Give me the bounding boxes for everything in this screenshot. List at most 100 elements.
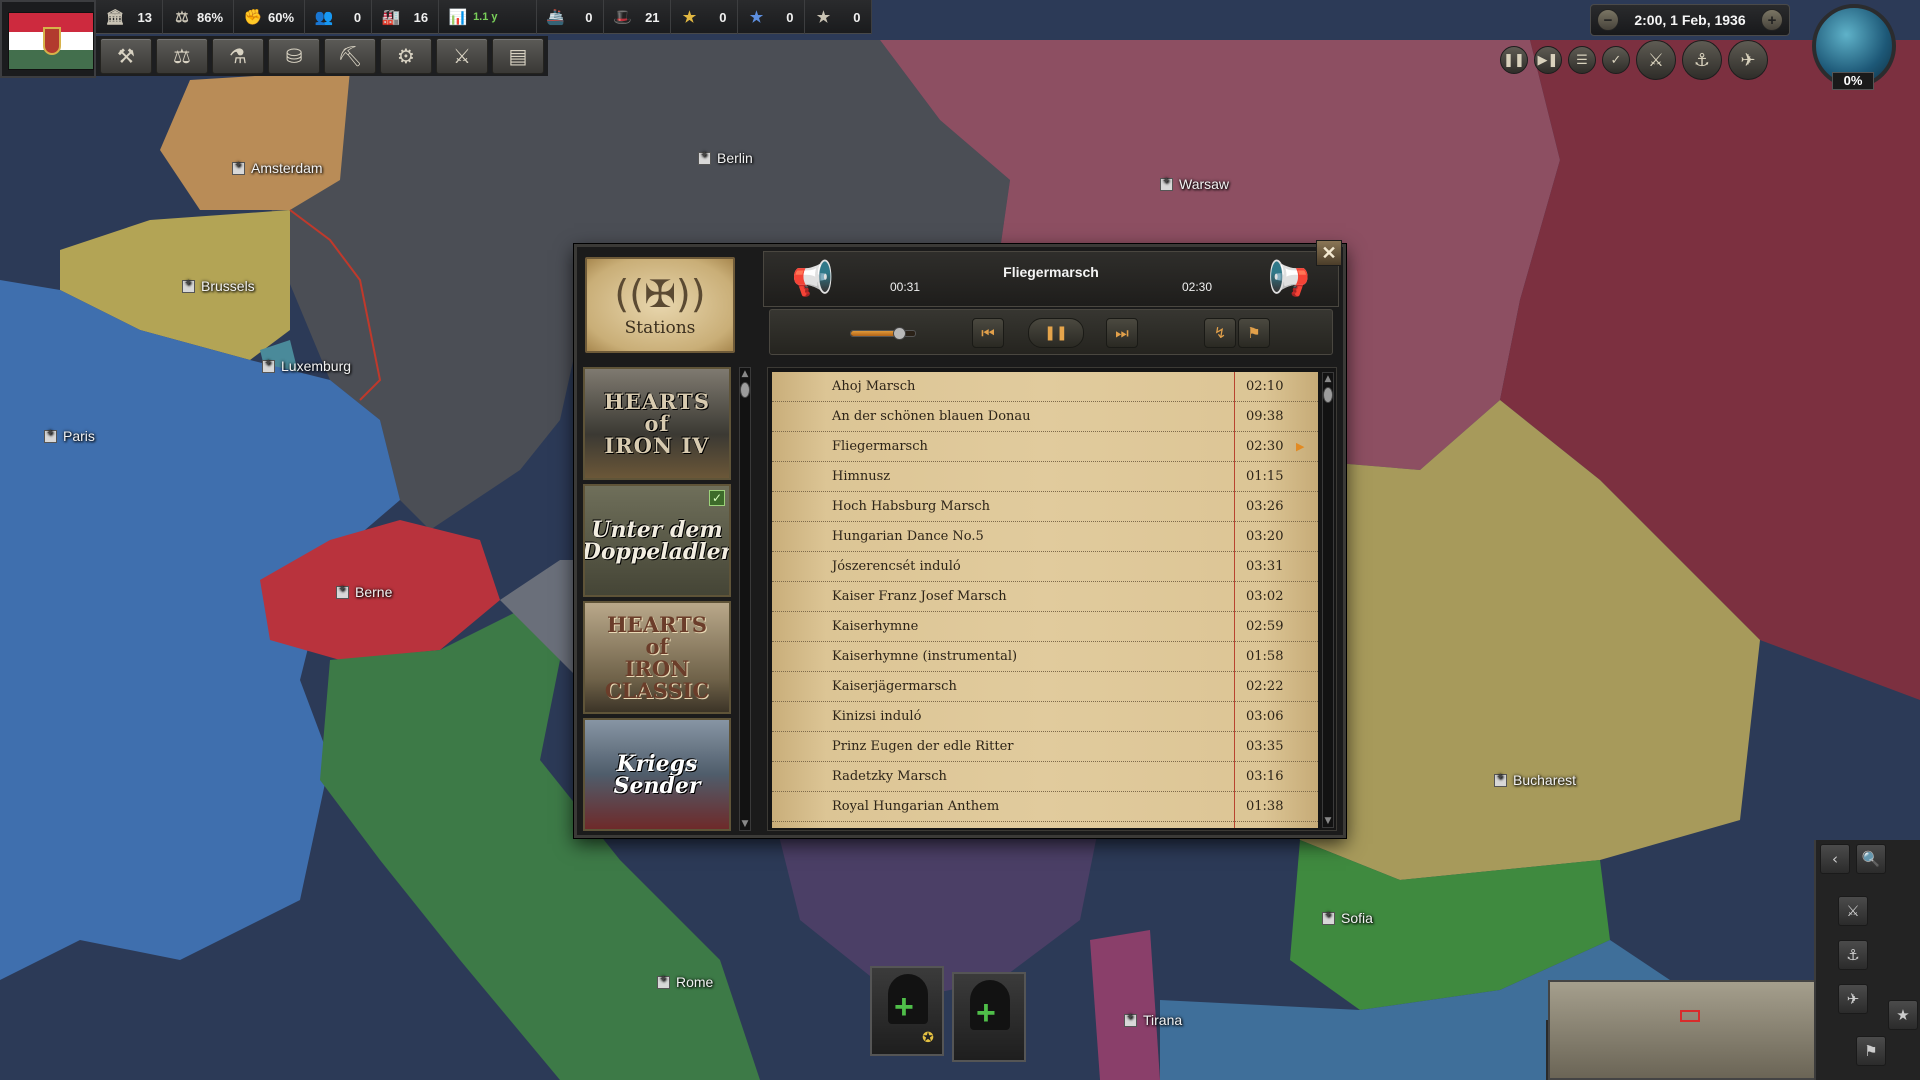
research-button[interactable]: ⚗ (212, 38, 264, 74)
station-item[interactable]: HEARTS of IRON CLASSIC (583, 601, 731, 714)
scroll-up-icon[interactable]: ▲ (740, 368, 750, 380)
track-row[interactable]: Kaiser Franz Josef Marsch 03:02 (772, 582, 1318, 612)
resource-manpower[interactable]: 👥 0 (305, 0, 373, 34)
city-label-berne[interactable]: Berne (336, 584, 392, 600)
resource-intelligence[interactable]: 🎩 21 (604, 0, 671, 34)
unit-recruit-slot[interactable]: + (952, 972, 1026, 1062)
track-row[interactable]: Prinz Eugen der edle Ritter 03:35 (772, 732, 1318, 762)
track-row[interactable]: Fliegermarsch 02:30 ▶ (772, 432, 1318, 462)
scroll-down-icon[interactable]: ▼ (1323, 815, 1333, 827)
city-label-sofia[interactable]: Sofia (1322, 910, 1373, 926)
flag-map-icon[interactable]: ⚑ (1856, 1036, 1886, 1066)
resource-white-star[interactable]: ★ 0 (805, 0, 872, 34)
date-display[interactable]: − 2:00, 1 Feb, 1936 + (1590, 4, 1790, 36)
close-button[interactable]: ✕ (1316, 240, 1342, 266)
track-row[interactable]: Kaiserhymne (instrumental) 01:58 (772, 642, 1318, 672)
city-label-brussels[interactable]: Brussels (182, 278, 255, 294)
air-map-icon[interactable]: ✈ (1838, 984, 1868, 1014)
scroll-down-icon[interactable]: ▼ (740, 818, 750, 830)
track-row[interactable]: Hungarian Dance No.5 03:20 (772, 522, 1318, 552)
resource-political-power[interactable]: 🏛 13 (96, 0, 163, 34)
track-row[interactable]: Hoch Habsburg Marsch 03:26 (772, 492, 1318, 522)
speed-down-button[interactable]: − (1597, 9, 1619, 31)
province-albania[interactable] (1090, 930, 1160, 1080)
tracklist-scrollbar[interactable]: ▲ ▼ (1322, 372, 1334, 828)
city-label-tirana[interactable]: Tirana (1124, 1012, 1182, 1028)
resource-factories[interactable]: 🏭 16 (372, 0, 440, 34)
army-map-icon[interactable]: ⚔ (1838, 896, 1868, 926)
star-map-icon[interactable]: ★ (1888, 1000, 1918, 1030)
search-icon[interactable]: 🔍 (1856, 844, 1886, 874)
shuffle-button[interactable]: ↯ (1204, 318, 1236, 348)
track-title: Kaiserhymne (832, 619, 919, 634)
track-row[interactable]: Jószerencsét induló 03:31 (772, 552, 1318, 582)
station-item[interactable]: Kriegs Sender (583, 718, 731, 831)
resource-value: 60% (268, 9, 295, 25)
pause-icon[interactable]: ❚❚ (1500, 46, 1528, 74)
repeat-flag-button[interactable]: ⚑ (1238, 318, 1270, 348)
resource-convoys[interactable]: 🚢 0 (537, 0, 604, 34)
hammer-button[interactable]: ⚒ (100, 38, 152, 74)
country-flag-button[interactable] (0, 0, 96, 78)
track-row[interactable]: Royal Hungarian Anthem 01:38 (772, 792, 1318, 822)
construction-button[interactable]: ⛏ (324, 38, 376, 74)
check-icon[interactable]: ✓ (1602, 46, 1630, 74)
step-icon[interactable]: ▶❚ (1534, 46, 1562, 74)
volume-slider[interactable] (850, 327, 916, 340)
army-button[interactable]: ⚔ (436, 38, 488, 74)
resource-war-support[interactable]: ✊ 60% (234, 0, 306, 34)
city-label-bucharest[interactable]: Bucharest (1494, 772, 1576, 788)
city-name: Luxemburg (281, 358, 352, 374)
track-title: Kaiser Franz Josef Marsch (832, 589, 1007, 604)
army-menu-icon[interactable]: ⚔ (1636, 40, 1676, 80)
scroll-thumb[interactable] (740, 382, 750, 398)
track-row[interactable]: Kaiserhymne 02:59 (772, 612, 1318, 642)
station-scrollbar[interactable]: ▲ ▼ (739, 367, 751, 831)
city-label-berlin[interactable]: Berlin (698, 150, 753, 166)
logistics-icon: ▤ (508, 44, 528, 68)
pause-button[interactable]: ❚❚ (1028, 318, 1084, 348)
stations-button[interactable]: ((✠)) Stations (585, 257, 735, 353)
air-menu-icon[interactable]: ✈ (1728, 40, 1768, 80)
track-row[interactable]: Radetzky Marsch 03:16 (772, 762, 1318, 792)
scroll-up-icon[interactable]: ▲ (1323, 373, 1333, 385)
city-label-luxemburg[interactable]: Luxemburg (262, 358, 351, 374)
previous-track-button[interactable]: ⏮ (972, 318, 1004, 348)
city-name: Paris (63, 428, 95, 444)
resource-blue-star[interactable]: ★ 0 (738, 0, 805, 34)
city-label-rome[interactable]: Rome (657, 974, 713, 990)
minimap-viewport[interactable] (1680, 1010, 1700, 1022)
army-icon: ⚔ (453, 44, 471, 68)
production-button[interactable]: ⚙ (380, 38, 432, 74)
resource-equipment[interactable]: 📊 1.1 y (439, 0, 537, 34)
track-title: Prinz Eugen der edle Ritter (832, 739, 1014, 754)
track-row[interactable]: Himnusz 01:15 (772, 462, 1318, 492)
unit-recruit-slot[interactable]: + ✪ (870, 966, 944, 1056)
city-label-paris[interactable]: Paris (44, 428, 95, 444)
diplomacy-button[interactable]: ⚖ (156, 38, 208, 74)
scroll-thumb[interactable] (1323, 387, 1333, 403)
ledger-icon[interactable]: ☰ (1568, 46, 1596, 74)
volume-knob[interactable] (893, 327, 906, 340)
speed-up-button[interactable]: + (1760, 9, 1783, 31)
next-track-button[interactable]: ⏭ (1106, 318, 1138, 348)
naval-map-icon[interactable]: ⚓ (1838, 940, 1868, 970)
logistics-button[interactable]: ▤ (492, 38, 544, 74)
trade-button[interactable]: ⛁ (268, 38, 320, 74)
station-item[interactable]: HEARTS of IRON IV (583, 367, 731, 480)
resource-gold-star[interactable]: ★ 0 (671, 0, 738, 34)
province-netherlands[interactable] (160, 70, 350, 210)
resource-stability[interactable]: ⚖ 86% (163, 0, 235, 34)
resource-value: 13 (137, 9, 152, 25)
station-item[interactable]: Unter dem Doppeladler ✓ (583, 484, 731, 597)
track-duration: 02:10 (1246, 379, 1284, 394)
track-row[interactable]: Kinizsi induló 03:06 (772, 702, 1318, 732)
minimap[interactable] (1548, 980, 1816, 1080)
city-label-warsaw[interactable]: Warsaw (1160, 176, 1229, 192)
track-row[interactable]: Ahoj Marsch 02:10 (772, 372, 1318, 402)
city-label-amsterdam[interactable]: Amsterdam (232, 160, 323, 176)
collapse-icon[interactable]: ‹ (1820, 844, 1850, 874)
track-row[interactable]: Kaiserjägermarsch 02:22 (772, 672, 1318, 702)
track-row[interactable]: An der schönen blauen Donau 09:38 (772, 402, 1318, 432)
navy-menu-icon[interactable]: ⚓ (1682, 40, 1722, 80)
